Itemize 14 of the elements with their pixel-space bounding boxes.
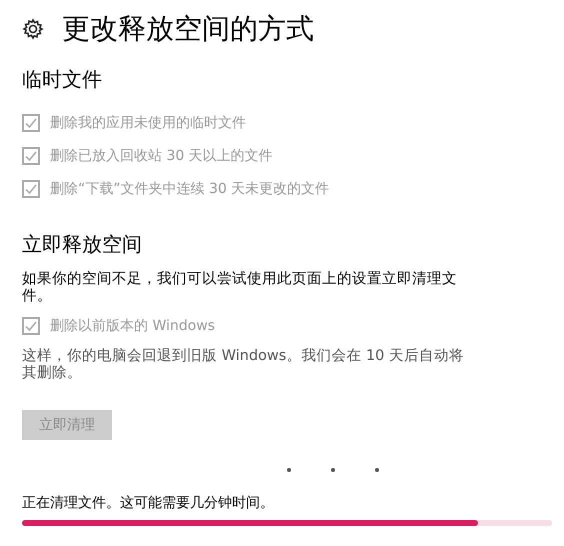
- settings-icon: [22, 18, 44, 40]
- checkbox-label: 删除已放入回收站 30 天以上的文件: [50, 146, 273, 164]
- busy-dot-icon: [287, 468, 291, 472]
- description-text: 如果你的空间不足，我们可以尝试使用此页面上的设置立即清理文件。: [22, 271, 458, 305]
- busy-dot-icon: [331, 468, 335, 472]
- page-title: 更改释放空间的方式: [62, 12, 314, 46]
- section-heading: 立即释放空间: [22, 231, 143, 257]
- status-text: 正在清理文件。这可能需要几分钟时间。: [22, 494, 275, 512]
- description-text: 这样，你的电脑会回退到旧版 Windows。我们会在 10 天后自动将其删除。: [22, 348, 466, 382]
- busy-dot-icon: [375, 468, 379, 472]
- checkbox-label: 删除我的应用未使用的临时文件: [50, 114, 246, 132]
- section-heading: 临时文件: [22, 66, 103, 92]
- checkbox-label: 删除“下载”文件夹中连续 30 天未更改的文件: [50, 180, 330, 198]
- checkbox-label: 删除以前版本的 Windows: [50, 316, 215, 334]
